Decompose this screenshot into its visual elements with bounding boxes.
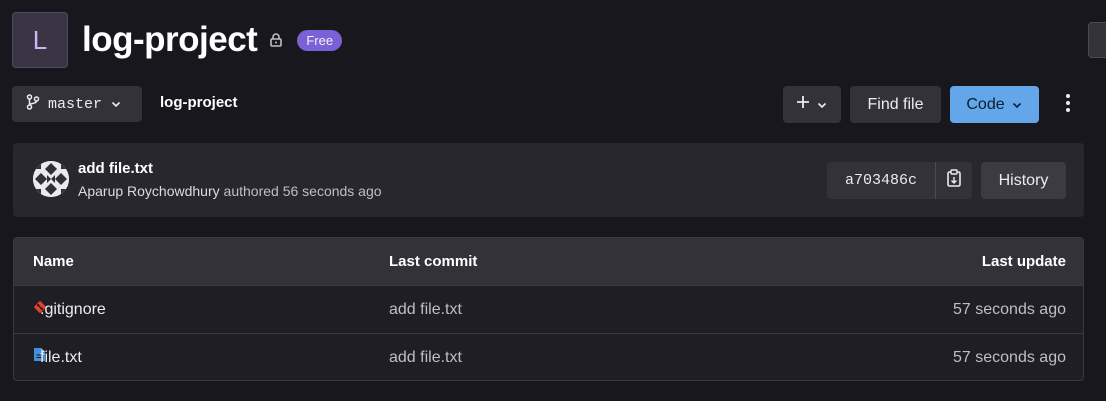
project-title: log-project (82, 20, 258, 59)
find-file-button[interactable]: Find file (850, 86, 941, 123)
commit-sha[interactable]: a703486c (827, 162, 935, 199)
branch-selector[interactable]: master (12, 86, 142, 122)
row-last-commit[interactable]: add file.txt (389, 286, 462, 333)
table-row[interactable]: .gitignore add file.txt 57 seconds ago (14, 286, 1083, 334)
plus-icon (796, 95, 810, 114)
code-button-label: Code (966, 95, 1005, 113)
table-row[interactable]: file.txt add file.txt 57 seconds ago (14, 334, 1083, 380)
commit-message[interactable]: add file.txt (78, 160, 153, 177)
more-actions-button[interactable] (1058, 90, 1078, 120)
column-header-name: Name (33, 253, 74, 270)
project-header: L log-project Free (12, 12, 343, 68)
commit-meta: Aparup Roychowdhury authored 56 seconds … (78, 183, 382, 199)
project-avatar[interactable]: L (12, 12, 68, 68)
author-avatar[interactable] (33, 161, 69, 197)
add-dropdown-button[interactable] (783, 86, 841, 123)
project-avatar-letter: L (32, 24, 48, 55)
history-button[interactable]: History (981, 162, 1066, 199)
column-header-last-update: Last update (981, 253, 1066, 270)
last-commit-panel: add file.txt Aparup Roychowdhury authore… (13, 143, 1084, 217)
plan-badge: Free (297, 29, 343, 51)
notification-button[interactable] (1088, 22, 1106, 58)
lock-icon (267, 31, 285, 49)
find-file-label: Find file (867, 95, 924, 113)
branch-name: master (48, 95, 103, 113)
code-button[interactable]: Code (950, 86, 1039, 123)
chevron-down-icon (816, 99, 828, 111)
table-header: Name Last commit Last update (14, 238, 1083, 286)
commit-author[interactable]: Aparup Roychowdhury (78, 183, 220, 199)
row-last-commit[interactable]: add file.txt (389, 334, 462, 380)
commit-authored-text: authored 56 seconds ago (223, 183, 382, 199)
row-last-update: 57 seconds ago (953, 301, 1066, 318)
breadcrumb[interactable]: log-project (160, 94, 238, 111)
chevron-down-icon (1011, 99, 1023, 111)
file-name: file.txt (40, 349, 82, 366)
kebab-icon (1065, 93, 1071, 118)
branch-icon (26, 93, 40, 115)
clipboard-icon (946, 169, 962, 192)
copy-sha-button[interactable] (935, 162, 972, 199)
row-last-update: 57 seconds ago (953, 349, 1066, 366)
column-header-last-commit: Last commit (389, 253, 478, 270)
chevron-down-icon (110, 98, 122, 110)
file-name: .gitignore (40, 301, 106, 318)
file-table: Name Last commit Last update .gitignore … (13, 237, 1084, 381)
